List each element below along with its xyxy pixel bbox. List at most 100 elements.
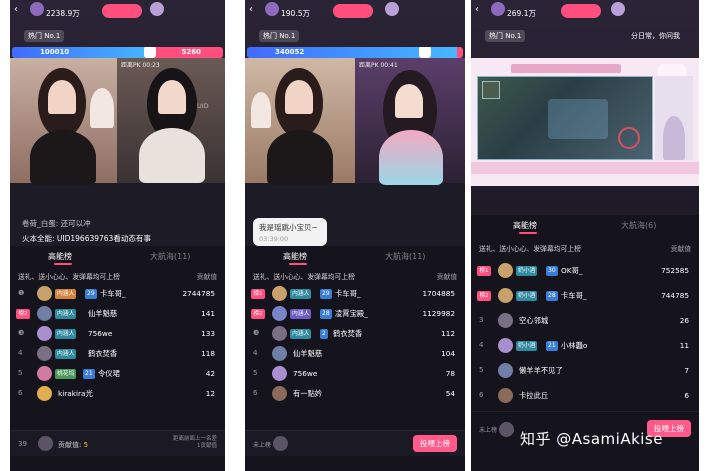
streamer-avatar[interactable] <box>491 2 505 16</box>
streamer-avatar[interactable] <box>30 2 44 16</box>
back-icon[interactable]: ‹ <box>249 4 253 15</box>
user-score: 2744785 <box>182 289 216 298</box>
follow-button[interactable] <box>102 4 142 18</box>
user-score: 744785 <box>661 291 689 300</box>
score-header: 贡献值 <box>436 273 457 281</box>
rank-row-5[interactable]: 5 756we 78 <box>245 364 465 384</box>
follow-button[interactable] <box>561 4 601 18</box>
user-avatar[interactable] <box>498 288 513 303</box>
user-avatar[interactable] <box>37 286 52 301</box>
rank-row-2[interactable]: 榜2 内涵人 28 凌霄宝殿_ 1129982 <box>245 304 465 324</box>
streamer-face <box>48 80 76 114</box>
my-rank-footer: 39 贡献值: 5 距离前面上一名差 1贡献值 <box>10 430 225 456</box>
fan-badge: 内涵人 <box>55 309 77 319</box>
rank-row-1[interactable]: 榜1 内涵人 29 卡车哥_ 1704885 <box>245 284 465 304</box>
my-rank-footer: 未上榜 投喂上榜 <box>245 430 465 456</box>
level-badge: 30 <box>546 266 558 276</box>
my-avatar <box>273 436 288 451</box>
score-header: 贡献值 <box>670 245 691 253</box>
ranking-hint: 送礼、送小心心、发弹幕均可上榜 <box>253 273 355 281</box>
pk-right-score: 5260 <box>181 48 201 56</box>
user-name: 卡拉此丘 <box>519 391 549 400</box>
user-name: 卡车哥_ <box>561 291 587 300</box>
user-score: 752585 <box>661 266 689 275</box>
rank-row-3[interactable]: 3 空心邻城 26 <box>471 311 699 331</box>
rank-row-3[interactable]: ❸ 内涵人 2 鹤衣焚香 112 <box>245 324 465 344</box>
user-avatar[interactable] <box>498 363 513 378</box>
banner-footer-strip <box>471 162 699 174</box>
opponent-face <box>395 84 423 118</box>
rank-number: 5 <box>253 369 258 377</box>
viewer-avatar[interactable] <box>150 2 164 16</box>
rank-row-1[interactable]: ❶ 内涵人 29 卡车哥_ 2744785 <box>10 284 225 304</box>
rank-row-6[interactable]: 6 kirakira光 12 <box>10 384 225 404</box>
viewer-avatar[interactable] <box>611 2 625 16</box>
user-name: 懒羊羊不见了 <box>519 366 563 375</box>
hot-rank-badge[interactable]: 热门 No.1 <box>259 30 300 42</box>
hot-rank-badge[interactable]: 热门 No.1 <box>485 30 526 42</box>
user-score: 112 <box>441 329 455 338</box>
pk-vs-icon <box>144 47 156 58</box>
hot-rank-badge[interactable]: 热门 No.1 <box>24 30 65 42</box>
rank-row-6[interactable]: 6 卡拉此丘 6 <box>471 386 699 406</box>
streamer-avatar[interactable] <box>265 2 279 16</box>
rank-row-4[interactable]: 4 仙羊魁慈 104 <box>245 344 465 364</box>
user-avatar[interactable] <box>498 263 513 278</box>
uid-label: UID <box>197 102 209 110</box>
tab-high-energy[interactable]: 高能榜 <box>513 220 537 231</box>
user-avatar[interactable] <box>37 346 52 361</box>
level-badge: 29 <box>85 289 97 299</box>
tab-voyage[interactable]: 大航海(6) <box>621 220 656 231</box>
rank-number: 3 <box>479 316 484 324</box>
level-badge: 28 <box>320 309 332 319</box>
rank-row-1[interactable]: 榜1 奶小酒 30 OK哥_ 752585 <box>471 261 699 281</box>
user-avatar[interactable] <box>498 388 513 403</box>
fans-count: 2238.9万 <box>46 9 80 18</box>
streamer-face <box>285 80 313 114</box>
back-icon[interactable]: ‹ <box>475 4 479 15</box>
user-avatar[interactable] <box>272 306 287 321</box>
user-avatar[interactable] <box>272 286 287 301</box>
follow-button[interactable] <box>333 4 373 18</box>
user-avatar[interactable] <box>498 313 513 328</box>
user-avatar[interactable] <box>272 366 287 381</box>
tab-voyage[interactable]: 大航海(11) <box>150 251 190 262</box>
video-area[interactable]: ‹ 2238.9万 热门 No.1 100010 5260 距离PK 00:23… <box>10 0 225 185</box>
user-avatar[interactable] <box>37 306 52 321</box>
my-avatar <box>499 422 514 437</box>
user-name: 鹤衣焚香 <box>333 329 363 338</box>
rank-row-4[interactable]: 4 内涵人 鹤衣焚香 118 <box>10 344 225 364</box>
rank-row-3[interactable]: ❸ 内涵人 756we 133 <box>10 324 225 344</box>
user-avatar[interactable] <box>272 386 287 401</box>
user-avatar[interactable] <box>37 386 52 401</box>
user-avatar[interactable] <box>272 346 287 361</box>
rank-row-4[interactable]: 4 奶小酒 21 小林龘o 11 <box>471 336 699 356</box>
tab-voyage[interactable]: 大航海(11) <box>385 251 425 262</box>
tab-high-energy[interactable]: 高能榜 <box>48 251 72 262</box>
viewer-avatar[interactable] <box>385 2 399 16</box>
user-avatar[interactable] <box>37 326 52 341</box>
fan-badge: 内涵人 <box>290 329 312 339</box>
level-badge: 29 <box>320 289 332 299</box>
feed-to-rank-button[interactable]: 投喂上榜 <box>413 435 457 452</box>
bubble-time: 03:39:00 <box>259 235 289 243</box>
my-avatar <box>38 436 53 451</box>
rank-row-5[interactable]: 5 桃花坞 21 令仪珺 42 <box>10 364 225 384</box>
back-icon[interactable]: ‹ <box>14 4 18 15</box>
game-field <box>548 99 608 139</box>
rank-row-2[interactable]: 榜2 奶小酒 28 卡车哥_ 744785 <box>471 286 699 306</box>
ranking-hint: 送礼、送小心心、发弹幕均可上榜 <box>18 273 120 281</box>
score-header: 贡献值 <box>196 273 217 281</box>
video-area[interactable]: ‹ 269.1万 热门 No.1 分日常，你问我 <box>471 0 699 215</box>
user-avatar[interactable] <box>498 338 513 353</box>
rank-row-5[interactable]: 5 懒羊羊不见了 7 <box>471 361 699 381</box>
tab-high-energy[interactable]: 高能榜 <box>283 251 307 262</box>
user-avatar[interactable] <box>272 326 287 341</box>
fan-badge: 桃花坞 <box>55 369 77 379</box>
stream-panel-1: ‹ 2238.9万 热门 No.1 100010 5260 距离PK 00:23… <box>10 0 225 471</box>
video-area[interactable]: ‹ 190.5万 热门 No.1 340052 距离PK 00:41 <box>245 0 465 185</box>
user-avatar[interactable] <box>37 366 52 381</box>
rank-row-2[interactable]: 榜2 内涵人 仙羊魁慈 141 <box>10 304 225 324</box>
level-badge: 2 <box>320 329 328 339</box>
rank-row-6[interactable]: 6 有一點妗 54 <box>245 384 465 404</box>
